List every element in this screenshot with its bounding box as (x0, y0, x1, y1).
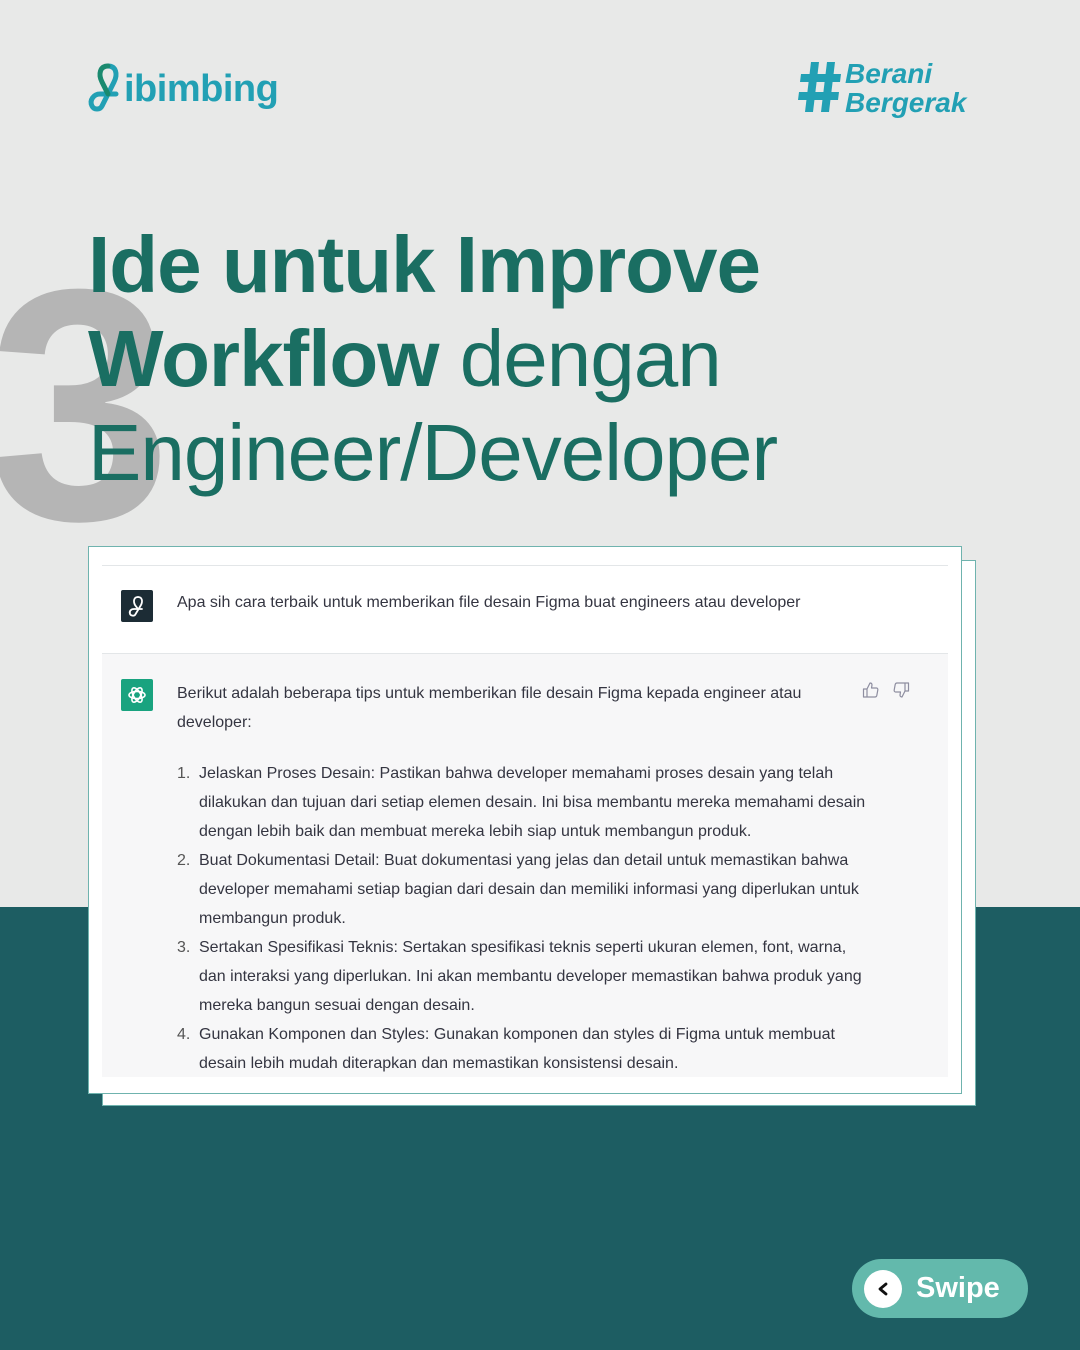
thumbs-up-icon[interactable] (862, 681, 880, 699)
hashtag-word-2: Bergerak (845, 87, 967, 118)
user-message-row: Apa sih cara terbaik untuk memberikan fi… (102, 566, 948, 654)
chatgpt-logo-icon (128, 687, 146, 703)
list-item-text: Buat Dokumentasi Detail: Buat dokumentas… (199, 852, 859, 927)
chat-screenshot-card: Apa sih cara terbaik untuk memberikan fi… (88, 546, 962, 1094)
list-item-number: 4. (177, 1026, 191, 1043)
chatgpt-avatar (121, 679, 153, 711)
list-item: 3. Sertakan Spesifikasi Teknis: Sertakan … (177, 933, 867, 1020)
ibimbing-logo-mark-icon (88, 63, 119, 112)
title-line-2: Workflow dengan (88, 312, 777, 406)
assistant-message-row: Berikut adalah beberapa tips untuk membe… (102, 654, 948, 1077)
thumbs-down-icon[interactable] (892, 681, 910, 699)
assistant-intro-text: Berikut adalah beberapa tips untuk membe… (177, 685, 802, 731)
list-item-number: 2. (177, 852, 191, 869)
list-item: 4. Gunakan Komponen dan Styles: Gunakan k… (177, 1020, 867, 1078)
page-title: Ide untuk Improve Workflow dengan Engine… (88, 218, 778, 500)
list-item-number: 1. (177, 765, 191, 782)
ibimbing-logo: ibimbing (86, 58, 279, 114)
swipe-button[interactable]: Swipe (852, 1259, 1028, 1318)
list-item-text: Gunakan Komponen dan Styles: Gunakan kom… (199, 1026, 835, 1072)
user-message-text: Apa sih cara terbaik untuk memberikan fi… (177, 594, 801, 611)
title-line-3: Engineer/Developer (88, 408, 778, 497)
title-line-2-light: dengan (438, 314, 722, 403)
feedback-buttons (862, 681, 910, 699)
tips-list: 1. Jelaskan Proses Desain: Pastikan bahwa… (177, 759, 867, 1078)
ibimbing-avatar-icon (128, 596, 143, 617)
list-item: 1. Jelaskan Proses Desain: Pastikan bahwa… (177, 759, 867, 846)
list-item-text: Jelaskan Proses Desain: Pastikan bahwa d… (199, 765, 866, 840)
list-item-text: Sertakan Spesifikasi Teknis: Sertakan sp… (199, 939, 862, 1014)
hashtag-word-1: Berani (845, 58, 933, 89)
logo-text: ibimbing (124, 67, 279, 110)
hashtag-icon (798, 62, 841, 112)
title-line-1: Ide untuk Improve (88, 220, 761, 309)
swipe-arrow-circle (864, 1269, 902, 1308)
list-item: 2. Buat Dokumentasi Detail: Buat dokument… (177, 846, 867, 933)
swipe-label: Swipe (916, 1272, 1000, 1304)
list-item-number: 3. (177, 939, 191, 956)
title-line-2-bold: Workflow (88, 314, 440, 403)
hashtag-berani-bergerak: Berani Bergerak (797, 58, 997, 120)
chevron-left-icon (878, 1282, 888, 1295)
user-avatar (121, 590, 153, 622)
